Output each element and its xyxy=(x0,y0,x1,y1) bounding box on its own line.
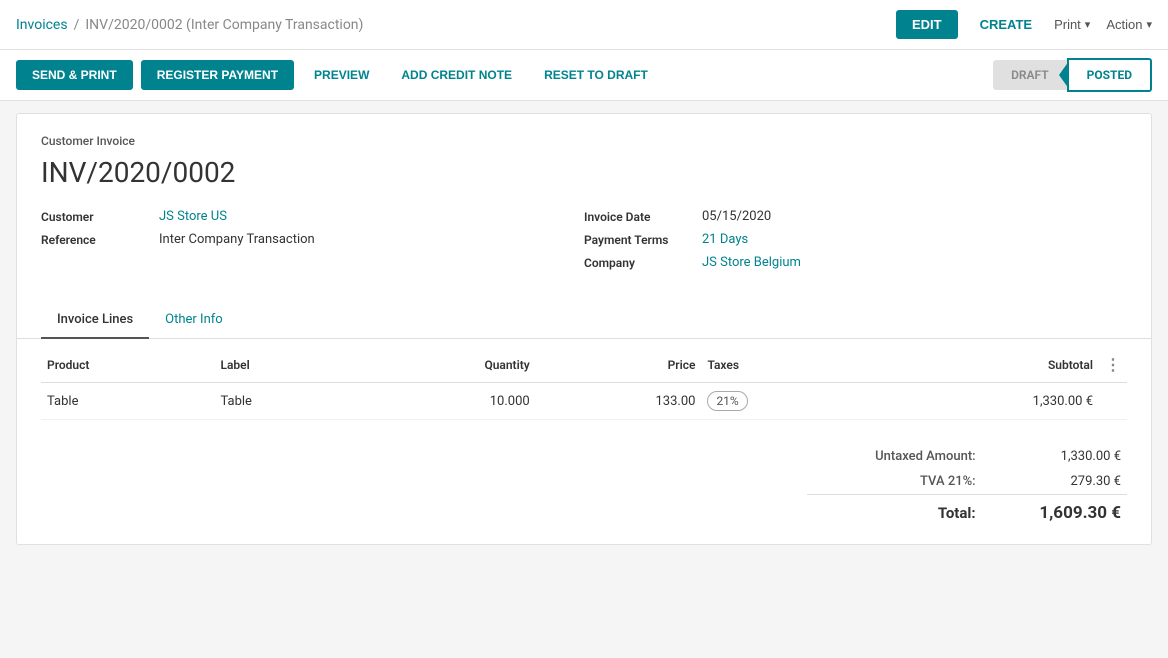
payment-terms-label: Payment Terms xyxy=(584,233,694,247)
totals-table: Untaxed Amount: 1,330.00 € TVA 21%: 279.… xyxy=(807,444,1127,528)
invoice-date-field-row: Invoice Date 05/15/2020 xyxy=(584,209,1127,224)
add-credit-note-button[interactable]: ADD CREDIT NOTE xyxy=(389,60,524,90)
company-field-row: Company JS Store Belgium xyxy=(584,255,1127,270)
reference-field-row: Reference Inter Company Transaction xyxy=(41,232,584,247)
cell-taxes: 21% xyxy=(701,383,868,420)
invoice-date-label: Invoice Date xyxy=(584,210,694,224)
untaxed-value: 1,330.00 € xyxy=(982,444,1127,469)
untaxed-row: Untaxed Amount: 1,330.00 € xyxy=(807,444,1127,469)
send-print-button[interactable]: SEND & PRINT xyxy=(16,60,133,90)
cell-quantity: 10.000 xyxy=(353,383,536,420)
customer-value: JS Store US xyxy=(159,209,227,224)
untaxed-label: Untaxed Amount: xyxy=(807,444,982,469)
col-product: Product xyxy=(41,347,214,383)
top-right-actions: Print Action xyxy=(1054,17,1152,32)
breadcrumb-separator: / xyxy=(74,17,80,33)
status-draft: DRAFT xyxy=(993,60,1067,90)
cell-subtotal: 1,330.00 € xyxy=(868,383,1099,420)
breadcrumb: Invoices / INV/2020/0002 (Inter Company … xyxy=(16,17,884,33)
tva-value: 279.30 € xyxy=(982,469,1127,495)
customer-field-row: Customer JS Store US xyxy=(41,209,584,224)
payment-terms-field-row: Payment Terms 21 Days xyxy=(584,232,1127,247)
cell-label: Table xyxy=(214,383,353,420)
status-posted: POSTED xyxy=(1067,58,1152,92)
tabs: Invoice Lines Other Info xyxy=(17,302,1151,339)
tva-label: TVA 21%: xyxy=(807,469,982,495)
company-value: JS Store Belgium xyxy=(702,255,801,270)
payment-terms-value: 21 Days xyxy=(702,232,748,247)
col-label: Label xyxy=(214,347,353,383)
cell-product: Table xyxy=(41,383,214,420)
reference-value: Inter Company Transaction xyxy=(159,232,315,247)
field-group-right: Invoice Date 05/15/2020 Payment Terms 21… xyxy=(584,209,1127,270)
invoice-table: Product Label Quantity Price Taxes Subto… xyxy=(41,347,1127,420)
top-bar: Invoices / INV/2020/0002 (Inter Company … xyxy=(0,0,1168,50)
create-button[interactable]: CREATE xyxy=(970,10,1042,39)
invoice-number: INV/2020/0002 xyxy=(41,156,1127,189)
total-value: 1,609.30 € xyxy=(982,495,1127,529)
tva-row: TVA 21%: 279.30 € xyxy=(807,469,1127,495)
totals-section: Untaxed Amount: 1,330.00 € TVA 21%: 279.… xyxy=(17,444,1151,544)
breadcrumb-current: INV/2020/0002 (Inter Company Transaction… xyxy=(85,17,363,33)
tab-invoice-lines[interactable]: Invoice Lines xyxy=(41,302,149,339)
company-label: Company xyxy=(584,256,694,270)
preview-button[interactable]: PREVIEW xyxy=(302,60,381,90)
reset-to-draft-button[interactable]: RESET TO DRAFT xyxy=(532,60,660,90)
tax-badge: 21% xyxy=(707,391,747,411)
print-dropdown[interactable]: Print xyxy=(1054,17,1090,32)
field-group-left: Customer JS Store US Reference Inter Com… xyxy=(41,209,584,270)
col-quantity: Quantity xyxy=(353,347,536,383)
reference-label: Reference xyxy=(41,233,151,247)
breadcrumb-parent[interactable]: Invoices xyxy=(16,17,68,33)
cell-price: 133.00 xyxy=(536,383,702,420)
action-dropdown[interactable]: Action xyxy=(1106,17,1152,32)
total-label: Total: xyxy=(807,495,982,529)
table-section: Product Label Quantity Price Taxes Subto… xyxy=(17,347,1151,444)
cell-row-menu xyxy=(1099,383,1127,420)
tab-other-info[interactable]: Other Info xyxy=(149,302,239,339)
register-payment-button[interactable]: REGISTER PAYMENT xyxy=(141,60,294,90)
status-bar: DRAFT POSTED xyxy=(993,58,1152,92)
col-subtotal: Subtotal xyxy=(868,347,1099,383)
invoice-date-value: 05/15/2020 xyxy=(702,209,771,224)
edit-button[interactable]: EDIT xyxy=(896,10,958,39)
customer-label: Customer xyxy=(41,210,151,224)
table-menu-icon[interactable]: ⋮ xyxy=(1105,355,1121,374)
col-price: Price xyxy=(536,347,702,383)
total-row: Total: 1,609.30 € xyxy=(807,495,1127,529)
invoice-header: Customer Invoice INV/2020/0002 Customer … xyxy=(17,114,1151,286)
invoice-card: Customer Invoice INV/2020/0002 Customer … xyxy=(16,113,1152,545)
action-bar: SEND & PRINT REGISTER PAYMENT PREVIEW AD… xyxy=(0,50,1168,101)
col-taxes: Taxes xyxy=(701,347,868,383)
table-row: Table Table 10.000 133.00 21% 1,330.00 € xyxy=(41,383,1127,420)
invoice-fields: Customer JS Store US Reference Inter Com… xyxy=(41,209,1127,270)
col-menu: ⋮ xyxy=(1099,347,1127,383)
invoice-type-label: Customer Invoice xyxy=(41,134,1127,148)
